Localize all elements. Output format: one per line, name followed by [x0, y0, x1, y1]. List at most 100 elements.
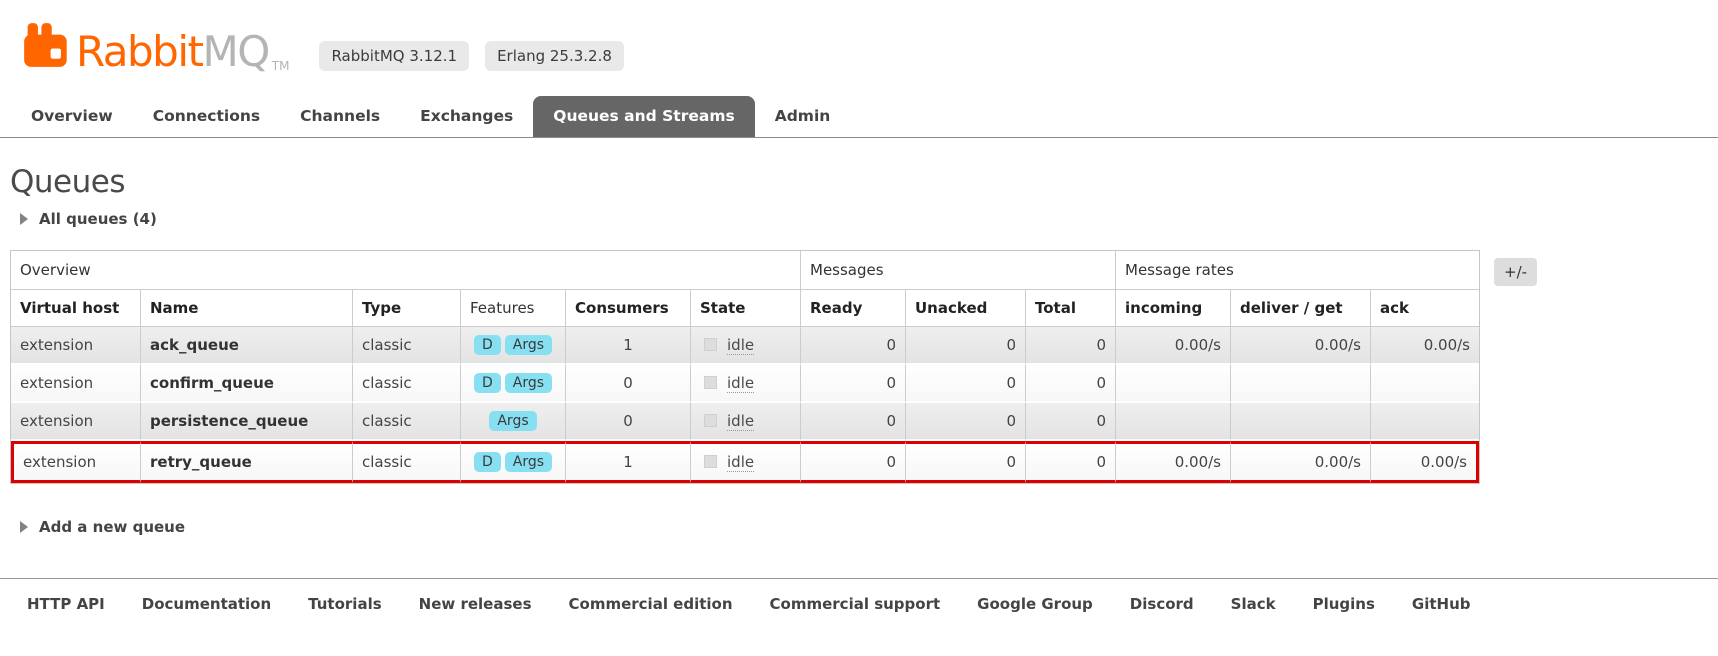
- consumers-cell: 0: [566, 365, 691, 403]
- feature-badge-d: D: [473, 452, 501, 472]
- version-badge-erlang: Erlang 25.3.2.8: [485, 41, 624, 71]
- footer-link-http-api[interactable]: HTTP API: [27, 595, 105, 613]
- triangle-right-icon: [20, 521, 28, 533]
- app-header: Rabbit MQ TM RabbitMQ 3.12.1 Erlang 25.3…: [0, 0, 1718, 77]
- tab-queues-and-streams[interactable]: Queues and Streams: [533, 96, 755, 137]
- type-cell: classic: [353, 327, 461, 365]
- queue-row-confirm-queue[interactable]: extension confirm_queue classic D Args 0 idle 0…: [11, 365, 1479, 403]
- virtual-host-cell: extension: [11, 403, 141, 441]
- total-cell: 0: [1026, 365, 1116, 403]
- column-header-ack[interactable]: ack: [1371, 290, 1479, 327]
- queue-state-label: idle: [727, 453, 755, 472]
- incoming-cell: [1116, 403, 1231, 441]
- queue-row-ack-queue[interactable]: extension ack_queue classic D Args 1 idle 0 0 0 0.…: [11, 327, 1479, 365]
- triangle-right-icon: [20, 213, 28, 225]
- state-cell: idle: [691, 441, 801, 483]
- feature-badge-d: D: [473, 373, 501, 393]
- state-cell: idle: [691, 365, 801, 403]
- incoming-cell: 0.00/s: [1116, 441, 1231, 483]
- queue-row-persistence-queue[interactable]: extension persistence_queue classic Args 0 id…: [11, 403, 1479, 441]
- queue-state-label: idle: [727, 412, 755, 431]
- unacked-cell: 0: [906, 365, 1026, 403]
- group-header-overview: Overview: [11, 251, 801, 290]
- unacked-cell: 0: [906, 441, 1026, 483]
- ack-cell: 0.00/s: [1371, 441, 1479, 483]
- version-badges: RabbitMQ 3.12.1 Erlang 25.3.2.8: [319, 41, 624, 71]
- group-header-messages: Messages: [801, 251, 1116, 290]
- deliver-get-cell: [1231, 365, 1371, 403]
- name-cell: confirm_queue: [141, 365, 353, 403]
- features-cell: D Args: [461, 327, 566, 365]
- column-header-incoming[interactable]: incoming: [1116, 290, 1231, 327]
- feature-badge-args: Args: [489, 411, 537, 431]
- type-cell: classic: [353, 403, 461, 441]
- footer-link-plugins[interactable]: Plugins: [1313, 595, 1375, 613]
- tab-admin[interactable]: Admin: [755, 96, 851, 137]
- tab-connections[interactable]: Connections: [133, 96, 280, 137]
- column-header-deliver-get[interactable]: deliver / get: [1231, 290, 1371, 327]
- feature-badge-d: D: [473, 335, 501, 355]
- feature-badge-args: Args: [504, 452, 553, 472]
- rabbitmq-rabbit-icon: [23, 22, 69, 72]
- footer-link-commercial-edition[interactable]: Commercial edition: [569, 595, 733, 613]
- incoming-cell: 0.00/s: [1116, 327, 1231, 365]
- footer-link-documentation[interactable]: Documentation: [142, 595, 271, 613]
- all-queues-toggle[interactable]: All queues (4): [10, 210, 1718, 228]
- ack-cell: [1371, 365, 1479, 403]
- ready-cell: 0: [801, 441, 906, 483]
- deliver-get-cell: 0.00/s: [1231, 327, 1371, 365]
- footer-link-github[interactable]: GitHub: [1412, 595, 1471, 613]
- brand-text-mq: MQ: [202, 27, 270, 77]
- brand-text-rabbit: Rabbit: [76, 27, 204, 77]
- table-group-header-row: Overview Messages Message rates: [11, 251, 1479, 290]
- footer-link-new-releases[interactable]: New releases: [419, 595, 532, 613]
- column-header-name[interactable]: Name: [141, 290, 353, 327]
- state-indicator-icon: [704, 414, 717, 427]
- ack-cell: 0.00/s: [1371, 327, 1479, 365]
- add-queue-toggle[interactable]: Add a new queue: [10, 518, 1718, 536]
- queue-state-label: idle: [727, 336, 755, 355]
- column-header-unacked[interactable]: Unacked: [906, 290, 1026, 327]
- column-toggle-button[interactable]: +/-: [1494, 258, 1538, 286]
- rabbitmq-logo[interactable]: Rabbit MQ TM: [23, 22, 290, 77]
- column-header-total[interactable]: Total: [1026, 290, 1116, 327]
- name-cell: persistence_queue: [141, 403, 353, 441]
- type-cell: classic: [353, 365, 461, 403]
- queue-row-retry-queue[interactable]: extension retry_queue classic D Args 1 idle 0 0 0…: [11, 441, 1479, 483]
- column-header-consumers[interactable]: Consumers: [566, 290, 691, 327]
- tab-channels[interactable]: Channels: [280, 96, 400, 137]
- consumers-cell: 1: [566, 441, 691, 483]
- ready-cell: 0: [801, 365, 906, 403]
- version-badge-rabbitmq: RabbitMQ 3.12.1: [319, 41, 470, 71]
- table-column-header-row: Virtual host Name Type Features Consumers Sta…: [11, 290, 1479, 327]
- trademark-label: TM: [271, 59, 290, 73]
- consumers-cell: 1: [566, 327, 691, 365]
- unacked-cell: 0: [906, 403, 1026, 441]
- tab-exchanges[interactable]: Exchanges: [400, 96, 533, 137]
- footer-link-commercial-support[interactable]: Commercial support: [770, 595, 941, 613]
- total-cell: 0: [1026, 327, 1116, 365]
- column-header-state[interactable]: State: [691, 290, 801, 327]
- feature-badge-args: Args: [504, 373, 553, 393]
- state-indicator-icon: [704, 338, 717, 351]
- tab-overview[interactable]: Overview: [11, 96, 133, 137]
- column-header-virtual-host[interactable]: Virtual host: [11, 290, 141, 327]
- column-header-ready[interactable]: Ready: [801, 290, 906, 327]
- footer-link-slack[interactable]: Slack: [1231, 595, 1276, 613]
- add-queue-label: Add a new queue: [39, 518, 186, 536]
- footer-link-discord[interactable]: Discord: [1130, 595, 1194, 613]
- queues-table: Overview Messages Message rates Virtual hos…: [10, 250, 1480, 484]
- virtual-host-cell: extension: [11, 441, 141, 483]
- name-cell: ack_queue: [141, 327, 353, 365]
- state-cell: idle: [691, 403, 801, 441]
- footer-link-google-group[interactable]: Google Group: [977, 595, 1093, 613]
- features-cell: D Args: [461, 365, 566, 403]
- queue-state-label: idle: [727, 374, 755, 393]
- footer-link-tutorials[interactable]: Tutorials: [308, 595, 381, 613]
- name-cell: retry_queue: [141, 441, 353, 483]
- deliver-get-cell: [1231, 403, 1371, 441]
- ack-cell: [1371, 403, 1479, 441]
- column-header-type[interactable]: Type: [353, 290, 461, 327]
- total-cell: 0: [1026, 441, 1116, 483]
- deliver-get-cell: 0.00/s: [1231, 441, 1371, 483]
